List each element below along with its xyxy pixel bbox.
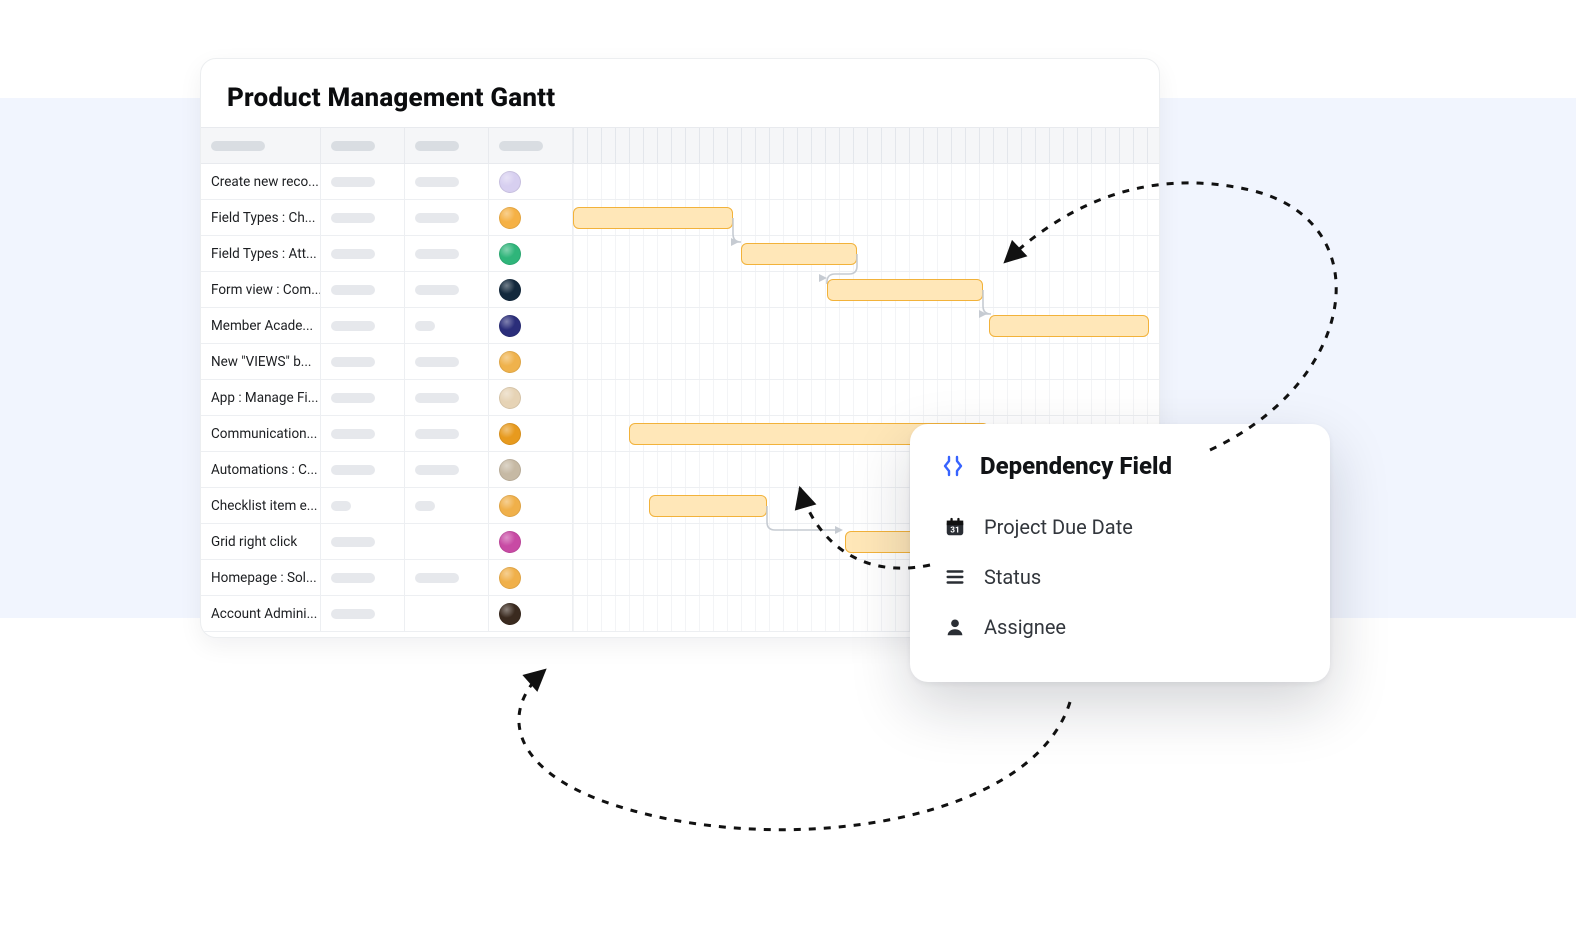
avatar xyxy=(499,567,521,589)
assignee-cell[interactable] xyxy=(489,416,573,452)
cell-col3[interactable] xyxy=(405,272,489,308)
cell-col3[interactable] xyxy=(405,308,489,344)
cell-col2[interactable] xyxy=(321,524,405,560)
popup-title-row: Dependency Field xyxy=(940,452,1300,480)
task-name-cell[interactable]: App : Manage Fi... xyxy=(201,380,321,416)
task-name-cell[interactable]: Communication... xyxy=(201,416,321,452)
assignee-cell[interactable] xyxy=(489,164,573,200)
assignee-cell[interactable] xyxy=(489,236,573,272)
col-header-3[interactable] xyxy=(405,128,489,164)
assignee-cell[interactable] xyxy=(489,344,573,380)
cell-col2[interactable] xyxy=(321,596,405,632)
cell-col2[interactable] xyxy=(321,380,405,416)
page-title: Product Management Gantt xyxy=(201,59,1159,127)
calendar-icon: 31 xyxy=(942,514,968,540)
popup-field-item[interactable]: 31 Project Due Date xyxy=(940,502,1300,552)
gantt-bar[interactable] xyxy=(989,315,1149,337)
cell-col2[interactable] xyxy=(321,416,405,452)
cell-col2[interactable] xyxy=(321,344,405,380)
cell-col3[interactable] xyxy=(405,380,489,416)
avatar xyxy=(499,279,521,301)
cell-col3[interactable] xyxy=(405,344,489,380)
avatar xyxy=(499,171,521,193)
avatar xyxy=(499,603,521,625)
task-name-cell[interactable]: Member Acade... xyxy=(201,308,321,344)
list-icon xyxy=(942,564,968,590)
gantt-bar[interactable] xyxy=(827,279,983,301)
timeline-cell[interactable] xyxy=(573,236,1159,272)
avatar xyxy=(499,315,521,337)
task-name-cell[interactable]: Account Admini... xyxy=(201,596,321,632)
gantt-bar[interactable] xyxy=(573,207,733,229)
assignee-cell[interactable] xyxy=(489,200,573,236)
task-name-cell[interactable]: Form view : Com... xyxy=(201,272,321,308)
task-name-cell[interactable]: Homepage : Sol... xyxy=(201,560,321,596)
cell-col3[interactable] xyxy=(405,164,489,200)
cell-col3[interactable] xyxy=(405,236,489,272)
cell-col3[interactable] xyxy=(405,560,489,596)
popup-title: Dependency Field xyxy=(980,452,1172,480)
assignee-cell[interactable] xyxy=(489,380,573,416)
assignee-cell[interactable] xyxy=(489,272,573,308)
avatar xyxy=(499,387,521,409)
cell-col2[interactable] xyxy=(321,236,405,272)
popup-field-label: Assignee xyxy=(984,615,1066,639)
popup-field-item[interactable]: Status xyxy=(940,552,1300,602)
assignee-cell[interactable] xyxy=(489,524,573,560)
gantt-bar[interactable] xyxy=(741,243,857,265)
cell-col2[interactable] xyxy=(321,452,405,488)
timeline-cell[interactable] xyxy=(573,380,1159,416)
cell-col3[interactable] xyxy=(405,452,489,488)
avatar xyxy=(499,531,521,553)
avatar xyxy=(499,495,521,517)
col-header-task[interactable] xyxy=(201,128,321,164)
task-name-cell[interactable]: Field Types : Ch... xyxy=(201,200,321,236)
popup-field-label: Project Due Date xyxy=(984,515,1133,539)
avatar xyxy=(499,351,521,373)
assignee-cell[interactable] xyxy=(489,596,573,632)
gantt-bar[interactable] xyxy=(649,495,767,517)
task-name-cell[interactable]: Create new reco... xyxy=(201,164,321,200)
person-icon xyxy=(942,614,968,640)
col-header-4[interactable] xyxy=(489,128,573,164)
dependency-popup: Dependency Field 31 Project Due Date Statu… xyxy=(910,424,1330,682)
task-name-cell[interactable]: Grid right click xyxy=(201,524,321,560)
avatar xyxy=(499,243,521,265)
cell-col3[interactable] xyxy=(405,416,489,452)
cell-col3[interactable] xyxy=(405,200,489,236)
assignee-cell[interactable] xyxy=(489,308,573,344)
task-name-cell[interactable]: New "VIEWS" b... xyxy=(201,344,321,380)
cell-col2[interactable] xyxy=(321,164,405,200)
task-name-cell[interactable]: Checklist item e... xyxy=(201,488,321,524)
task-name-cell[interactable]: Automations : C... xyxy=(201,452,321,488)
col-header-timeline[interactable] xyxy=(573,128,1159,164)
svg-text:31: 31 xyxy=(950,526,959,536)
timeline-cell[interactable] xyxy=(573,200,1159,236)
assignee-cell[interactable] xyxy=(489,488,573,524)
timeline-cell[interactable] xyxy=(573,308,1159,344)
timeline-cell[interactable] xyxy=(573,344,1159,380)
col-header-2[interactable] xyxy=(321,128,405,164)
cell-col3[interactable] xyxy=(405,596,489,632)
avatar xyxy=(499,423,521,445)
cell-col3[interactable] xyxy=(405,524,489,560)
avatar xyxy=(499,207,521,229)
timeline-cell[interactable] xyxy=(573,272,1159,308)
avatar xyxy=(499,459,521,481)
popup-field-label: Status xyxy=(984,565,1041,589)
cell-col3[interactable] xyxy=(405,488,489,524)
popup-field-item[interactable]: Assignee xyxy=(940,602,1300,652)
cell-col2[interactable] xyxy=(321,200,405,236)
cell-col2[interactable] xyxy=(321,488,405,524)
cell-col2[interactable] xyxy=(321,272,405,308)
timeline-cell[interactable] xyxy=(573,164,1159,200)
task-name-cell[interactable]: Field Types : Att... xyxy=(201,236,321,272)
dependency-icon xyxy=(940,453,966,479)
cell-col2[interactable] xyxy=(321,308,405,344)
assignee-cell[interactable] xyxy=(489,560,573,596)
cell-col2[interactable] xyxy=(321,560,405,596)
assignee-cell[interactable] xyxy=(489,452,573,488)
